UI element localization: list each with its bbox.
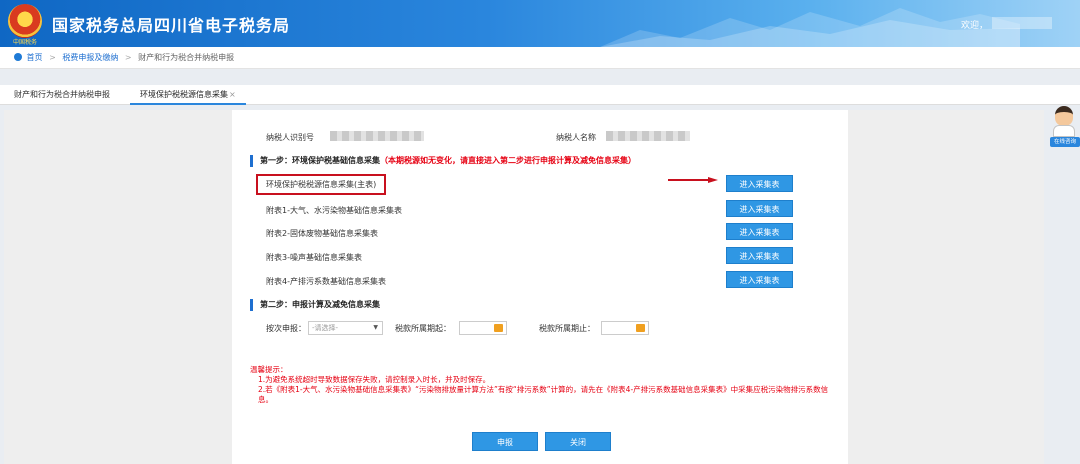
period-type-label: 按次申报：	[266, 324, 306, 333]
taxpayer-id-value-redacted	[330, 131, 424, 141]
tips-box: 温馨提示： 1.为避免系统超时导致数据保存失败，请控制录入时长，并及时保存。 2…	[250, 365, 842, 405]
tab-env-tax-collection[interactable]: 环境保护税税源信息采集×	[130, 85, 246, 105]
enter-appendix3-button[interactable]: 进入采集表	[726, 247, 793, 264]
period-type-select[interactable]: -请选择- ▼	[308, 321, 383, 335]
appendix2-label: 附表2-固体废物基础信息采集表	[266, 229, 378, 238]
close-button[interactable]: 关闭	[545, 432, 611, 451]
step1-heading: 第一步：环境保护税基础信息采集（本期税源如无变化，请直接进入第二步进行申报计算及…	[250, 155, 636, 167]
chevron-down-icon: ▼	[373, 324, 378, 331]
appendix1-label: 附表1-大气、水污染物基础信息采集表	[266, 206, 402, 215]
enter-appendix4-button[interactable]: 进入采集表	[726, 271, 793, 288]
great-wall-banner	[600, 8, 1020, 47]
username-redacted	[992, 17, 1052, 29]
tab-bar: 财产和行为税合并纳税申报 环境保护税税源信息采集×	[0, 85, 1080, 105]
left-margin	[4, 110, 232, 464]
agent-avatar-icon	[1055, 106, 1073, 126]
enter-appendix2-button[interactable]: 进入采集表	[726, 223, 793, 240]
right-margin	[848, 110, 1044, 464]
step2-heading: 第二步：申报计算及减免信息采集	[250, 299, 380, 311]
calendar-icon[interactable]	[494, 324, 503, 332]
arrow-right-icon	[668, 177, 718, 183]
tips-line-1: 1.为避免系统超时导致数据保存失败，请控制录入时长，并及时保存。	[258, 375, 491, 384]
tips-line-2: 2.若《附表1-大气、水污染物基础信息采集表》“污染物排放量计算方法”有按“排污…	[258, 385, 829, 404]
appendix3-label: 附表3-噪声基础信息采集表	[266, 253, 362, 262]
location-icon	[14, 53, 22, 61]
select-placeholder: -请选择-	[312, 324, 339, 332]
step1-title: 第一步：环境保护税基础信息采集	[260, 156, 380, 165]
online-consult-label: 在线咨询	[1050, 137, 1080, 147]
emblem-caption: 中国税务	[12, 39, 37, 46]
welcome-text: 欢迎，	[960, 21, 988, 31]
online-consult-widget[interactable]: 在线咨询	[1048, 104, 1080, 150]
site-header: 中国税务 国家税务总局四川省电子税务局 欢迎，	[0, 0, 1080, 47]
tax-emblem-icon	[8, 4, 42, 38]
site-title: 国家税务总局四川省电子税务局	[52, 16, 291, 35]
taxpayer-name-label: 纳税人名称	[556, 133, 596, 142]
step2-title: 第二步：申报计算及减免信息采集	[260, 300, 380, 309]
tab-close-icon[interactable]: ×	[229, 90, 236, 99]
period-start-input[interactable]	[459, 321, 507, 335]
main-table-label: 环境保护税税源信息采集(主表)	[256, 174, 387, 195]
period-end-input[interactable]	[601, 321, 649, 335]
enter-appendix1-button[interactable]: 进入采集表	[726, 200, 793, 217]
tab-label: 财产和行为税合并纳税申报	[14, 90, 110, 99]
breadcrumb: 首页 > 税费申报及缴纳 > 财产和行为税合并纳税申报	[0, 47, 1080, 69]
step1-note: （本期税源如无变化，请直接进入第二步进行申报计算及减免信息采集）	[380, 156, 636, 165]
breadcrumb-separator: >	[49, 53, 56, 62]
declare-button[interactable]: 申报	[472, 432, 538, 451]
appendix4-label: 附表4-产排污系数基础信息采集表	[266, 277, 386, 286]
breadcrumb-current: 财产和行为税合并纳税申报	[138, 53, 235, 62]
main-form: 纳税人识别号 纳税人名称 第一步：环境保护税基础信息采集（本期税源如无变化，请直…	[232, 110, 848, 464]
breadcrumb-home[interactable]: 首页	[27, 53, 43, 62]
breadcrumb-tax-declaration[interactable]: 税费申报及缴纳	[62, 53, 118, 62]
agent-body	[1053, 125, 1075, 137]
tips-title: 温馨提示：	[250, 365, 288, 374]
calendar-icon[interactable]	[636, 324, 645, 332]
taxpayer-name-value-redacted	[606, 131, 690, 141]
tab-label: 环境保护税税源信息采集	[140, 90, 228, 99]
enter-main-table-button[interactable]: 进入采集表	[726, 175, 793, 192]
tab-property-behavior-tax[interactable]: 财产和行为税合并纳税申报	[4, 85, 120, 105]
taxpayer-id-label: 纳税人识别号	[266, 133, 314, 142]
period-end-label: 税款所属期止：	[539, 324, 595, 333]
breadcrumb-separator: >	[124, 53, 132, 62]
period-start-label: 税款所属期起：	[395, 324, 451, 333]
